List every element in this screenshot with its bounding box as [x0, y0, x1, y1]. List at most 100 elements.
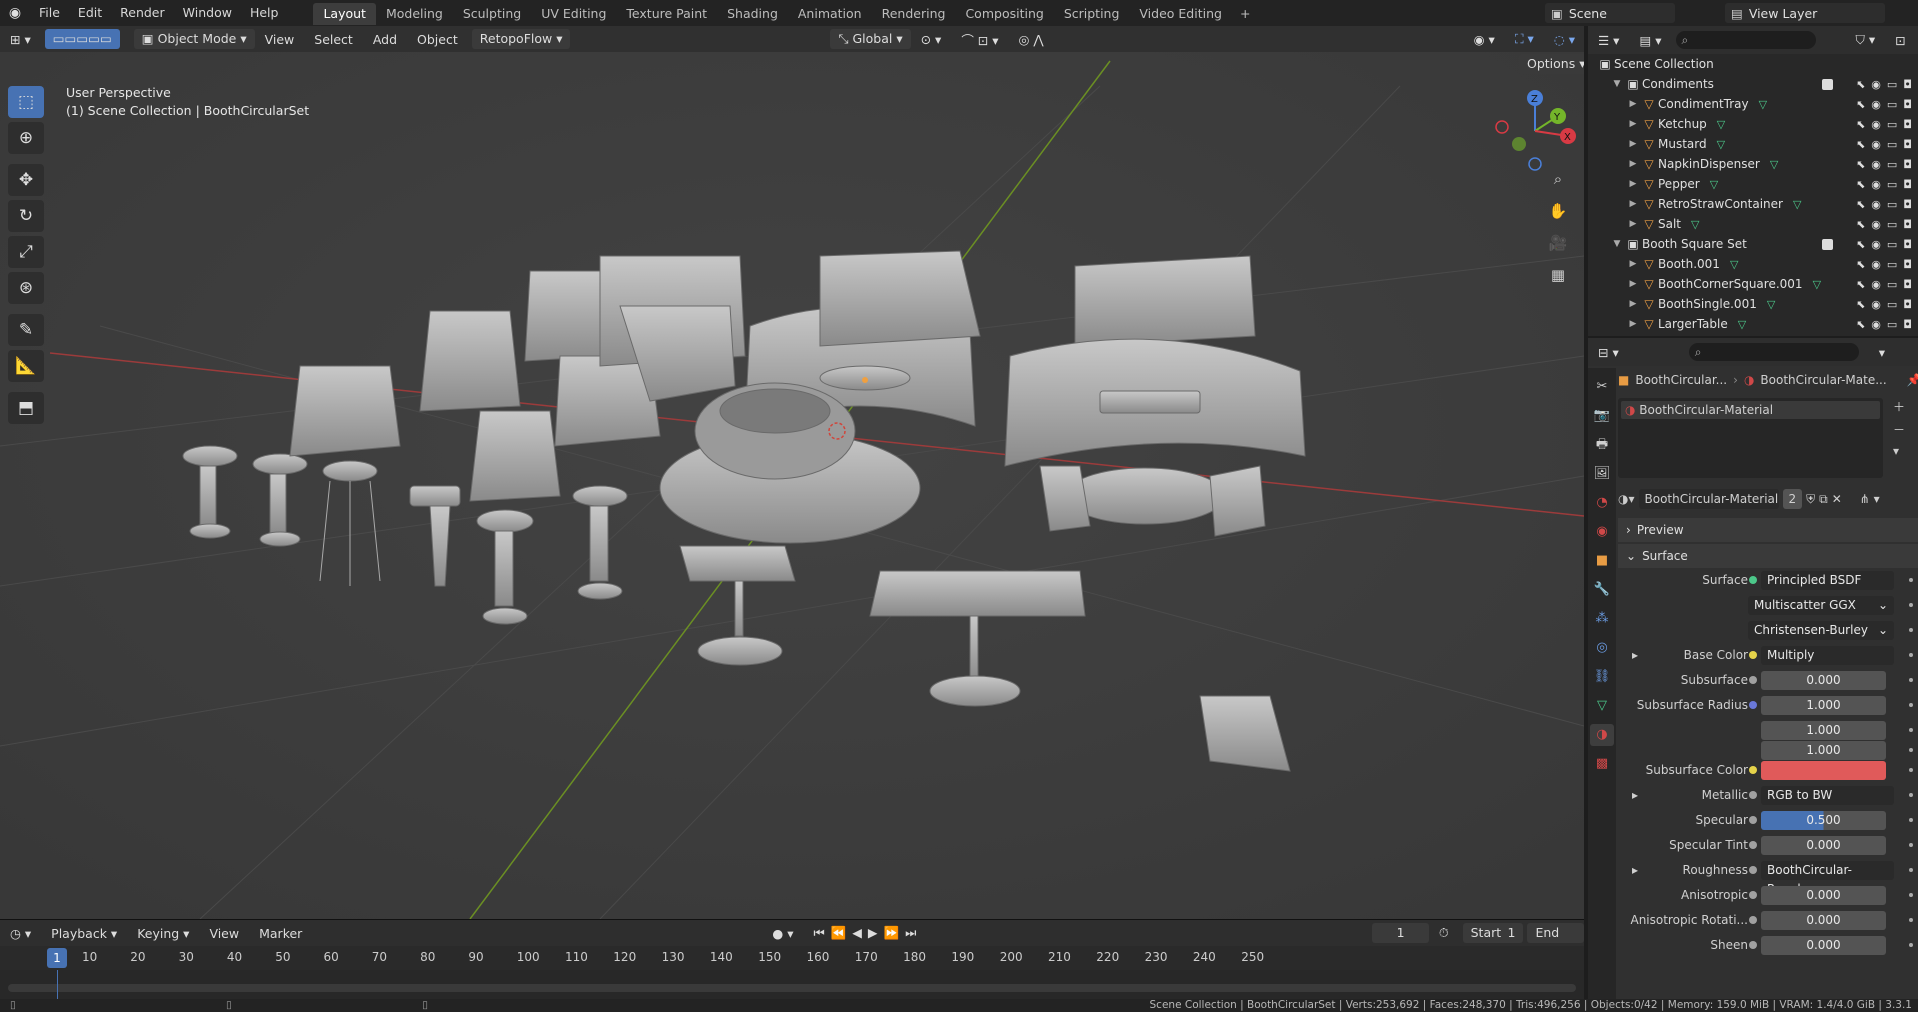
keyframe-dot[interactable] — [1909, 653, 1913, 657]
socket-dot[interactable] — [1749, 676, 1757, 684]
expand-arrow-icon[interactable]: ▶ — [1626, 299, 1640, 309]
expand-icon[interactable]: ▸ — [1632, 648, 1638, 662]
cursor-tool-icon[interactable]: ⊕ — [8, 122, 44, 154]
material-name-field[interactable]: BoothCircular-Material — [1638, 489, 1779, 509]
keyframe-dot[interactable] — [1909, 678, 1913, 682]
keyframe-dot[interactable] — [1909, 728, 1913, 732]
tab-compositing[interactable]: Compositing — [955, 3, 1053, 25]
filter-icon[interactable]: ⛉ ▾ — [1846, 32, 1886, 48]
eye-icon[interactable]: ◉ — [1871, 138, 1881, 151]
outliner-object-row[interactable]: ▶ ▽ Mustard ▽ ⬉ ◉ ▭ ◘ — [1588, 134, 1918, 154]
tab-shading[interactable]: Shading — [717, 3, 788, 25]
render-camera-icon[interactable]: ◘ — [1903, 298, 1912, 311]
render-camera-icon[interactable]: ◘ — [1903, 238, 1912, 251]
menu-window[interactable]: Window — [174, 0, 241, 26]
select-toggle-icon[interactable]: ⬉ — [1856, 278, 1865, 291]
field-link[interactable]: BoothCircular-Roughnes — [1761, 860, 1894, 896]
expand-arrow-icon[interactable]: ▶ — [1626, 179, 1640, 189]
timeline-menu-marker[interactable]: Marker — [249, 926, 312, 941]
gizmo-toggle-icon[interactable]: ⛶ ▾ — [1505, 31, 1544, 47]
value-field[interactable]: 0.000 — [1761, 670, 1886, 690]
tab-uv-editing[interactable]: UV Editing — [531, 3, 616, 25]
viewport-menu-object[interactable]: Object — [407, 32, 468, 47]
tab-scripting[interactable]: Scripting — [1054, 3, 1130, 25]
keyframe-dot[interactable] — [1909, 943, 1913, 947]
tab-layout[interactable]: Layout — [313, 3, 376, 25]
socket-dot[interactable] — [1749, 841, 1757, 849]
scale-tool-icon[interactable]: ⤢ — [8, 236, 44, 268]
outliner-root[interactable]: ▣ Scene Collection — [1588, 54, 1918, 74]
expand-arrow-icon[interactable]: ▶ — [1626, 119, 1640, 129]
breadcrumb-material[interactable]: BoothCircular-Mate... — [1760, 373, 1886, 387]
render-camera-icon[interactable]: ◘ — [1903, 258, 1912, 271]
select-toggle-icon[interactable]: ⬉ — [1856, 298, 1865, 311]
record-icon[interactable]: ● ▾ — [762, 926, 803, 941]
outliner-object-row[interactable]: ▶ ▽ Pepper ▽ ⬉ ◉ ▭ ◘ — [1588, 174, 1918, 194]
value-field[interactable]: 1.000 — [1761, 695, 1886, 715]
timeline-menu-playback[interactable]: Playback ▾ — [41, 926, 127, 941]
render-camera-icon[interactable]: ◘ — [1903, 178, 1912, 191]
outliner-object-row[interactable]: ▶ ▽ LargerTable ▽ ⬉ ◉ ▭ ◘ — [1588, 314, 1918, 334]
add-workspace-icon[interactable]: + — [1232, 3, 1258, 25]
tab-modeling[interactable]: Modeling — [376, 3, 453, 25]
navigation-gizmo[interactable]: Z Y X — [1490, 86, 1580, 176]
render-camera-icon[interactable]: ◘ — [1903, 198, 1912, 211]
transform-orientation-dropdown[interactable]: ⤡ Global ▾ — [830, 29, 911, 49]
breadcrumb-object[interactable]: BoothCircular... — [1635, 373, 1727, 387]
overlay-toggle-icon[interactable]: ◌ ▾ — [1544, 32, 1584, 47]
viewport-menu-view[interactable]: View — [255, 32, 305, 47]
keyframe-dot[interactable] — [1909, 818, 1913, 822]
socket-dot[interactable] — [1749, 576, 1757, 584]
render-tab-icon[interactable]: 📷 — [1590, 405, 1614, 427]
view-layer-tab-icon[interactable]: 🖼 — [1590, 463, 1614, 485]
viewport-toggle-icon[interactable]: ▭ — [1887, 118, 1897, 131]
move-tool-icon[interactable]: ✥ — [8, 164, 44, 196]
playback-controls[interactable]: ⏮⏪◀▶⏩⏭ — [803, 925, 932, 941]
select-box-modes[interactable]: ▭▭▭▭▭ — [44, 29, 120, 49]
pin-icon[interactable]: 📌 — [1907, 373, 1918, 387]
current-frame-field[interactable]: 1 — [1372, 923, 1429, 943]
tab-rendering[interactable]: Rendering — [872, 3, 956, 25]
value-field[interactable]: 0.000 — [1761, 910, 1886, 930]
viewport-toggle-icon[interactable]: ▭ — [1887, 238, 1897, 251]
particles-tab-icon[interactable]: ⁂ — [1590, 608, 1614, 630]
keyframe-dot[interactable] — [1909, 918, 1913, 922]
timeline-menu-keying[interactable]: Keying ▾ — [127, 926, 199, 941]
outliner-object-row[interactable]: ▶ ▽ BoothSingle.001 ▽ ⬉ ◉ ▭ ◘ — [1588, 294, 1918, 314]
node-link-icon[interactable]: ⋔ ▾ — [1860, 492, 1880, 506]
new-collection-icon[interactable]: ⊡ — [1885, 33, 1915, 48]
render-camera-icon[interactable]: ◘ — [1903, 158, 1912, 171]
expand-arrow-icon[interactable]: ▶ — [1626, 279, 1640, 289]
start-frame-field[interactable]: Start 1 — [1462, 923, 1524, 943]
expand-icon[interactable]: ▸ — [1632, 863, 1638, 877]
outliner-object-row[interactable]: ▶ ▽ Salt ▽ ⬉ ◉ ▭ ◘ — [1588, 214, 1918, 234]
outliner-object-row[interactable]: ▶ ▽ Booth.001 ▽ ⬉ ◉ ▭ ◘ — [1588, 254, 1918, 274]
timeline-scrollbar[interactable] — [8, 984, 1576, 992]
eye-icon[interactable]: ◉ — [1871, 218, 1881, 231]
eye-icon[interactable]: ◉ — [1871, 198, 1881, 211]
outliner-object-row[interactable]: ▶ ▽ RetroStrawContainer ▽ ⬉ ◉ ▭ ◘ — [1588, 194, 1918, 214]
eye-icon[interactable]: ◉ — [1871, 298, 1881, 311]
viewport-toggle-icon[interactable]: ▭ — [1887, 158, 1897, 171]
outliner-object-row[interactable]: ▶ ▽ Ketchup ▽ ⬉ ◉ ▭ ◘ — [1588, 114, 1918, 134]
visibility-icon[interactable]: ◉ ▾ — [1464, 32, 1505, 47]
expand-arrow-icon[interactable]: ▶ — [1626, 199, 1640, 209]
camera-view-icon[interactable]: 🎥 — [1545, 230, 1571, 256]
duplicate-material-icon[interactable]: ⧉ — [1819, 492, 1828, 507]
socket-dot[interactable] — [1749, 791, 1757, 799]
render-camera-icon[interactable]: ◘ — [1903, 118, 1912, 131]
fake-user-icon[interactable]: ⛨ — [1806, 492, 1815, 507]
timeline-menu-view[interactable]: View — [199, 926, 249, 941]
tool-tab-icon[interactable]: ✂ — [1590, 376, 1614, 398]
expand-icon[interactable]: ▸ — [1632, 788, 1638, 802]
keyframe-dot[interactable] — [1909, 793, 1913, 797]
select-toggle-icon[interactable]: ⬉ — [1856, 98, 1865, 111]
select-toggle-icon[interactable]: ⬉ — [1856, 198, 1865, 211]
outliner-object-row[interactable]: ▶ ▽ BoothCornerSquare.001 ▽ ⬉ ◉ ▭ ◘ — [1588, 274, 1918, 294]
select-toggle-icon[interactable]: ⬉ — [1856, 218, 1865, 231]
socket-dot[interactable] — [1749, 651, 1757, 659]
user-count[interactable]: 2 — [1782, 489, 1803, 509]
perspective-grid-icon[interactable]: ▦ — [1545, 262, 1571, 288]
eye-icon[interactable]: ◉ — [1871, 278, 1881, 291]
value-field[interactable]: 0.000 — [1761, 935, 1886, 955]
